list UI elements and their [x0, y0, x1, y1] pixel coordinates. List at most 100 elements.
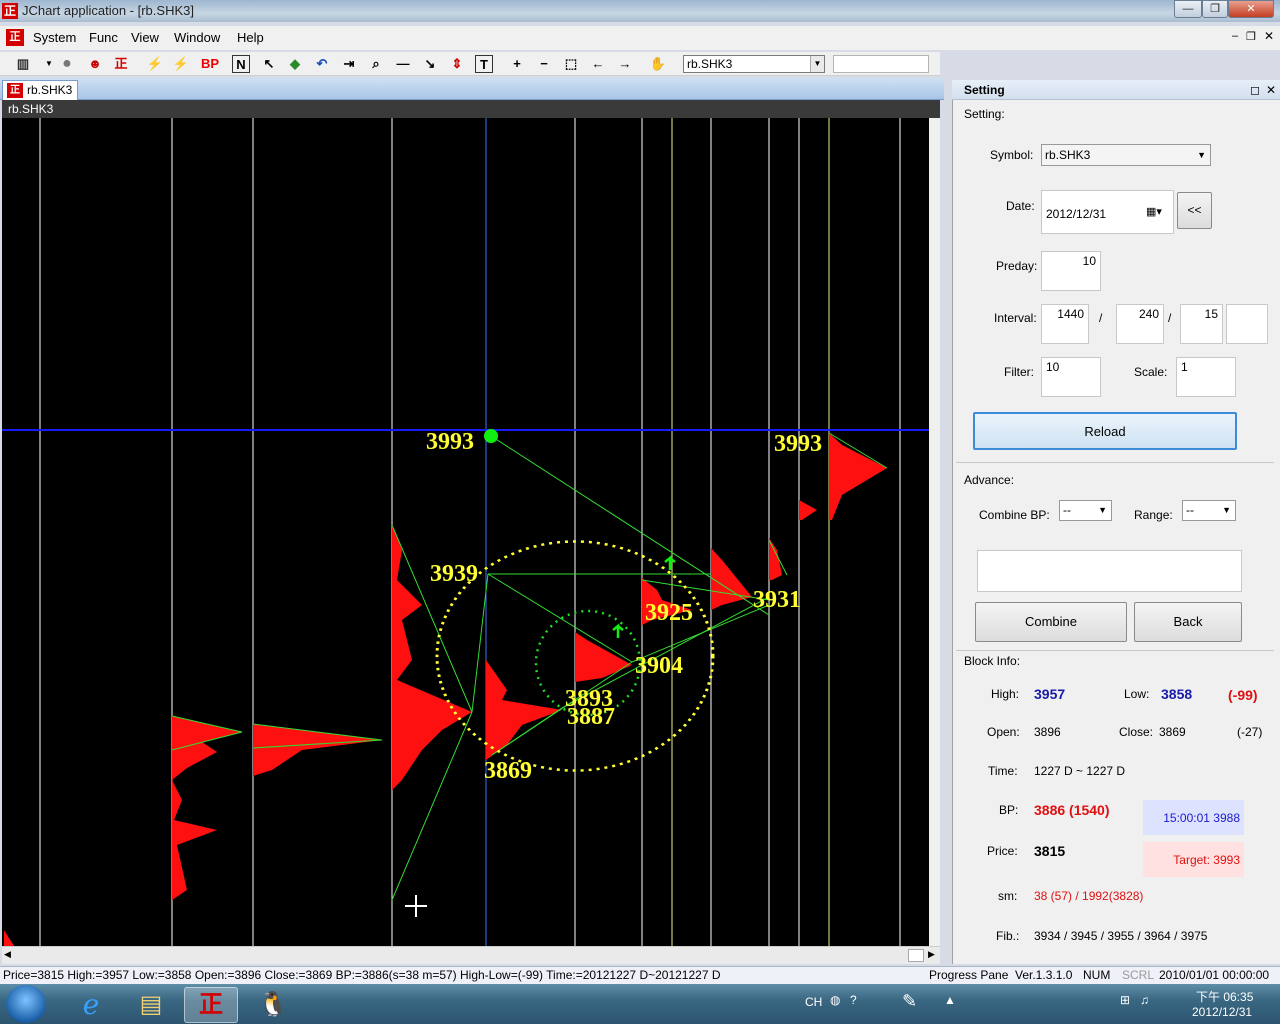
panel-close-icon[interactable]: ✕ — [1266, 80, 1276, 100]
symbol-combo-value: rb.SHK3 — [1045, 148, 1091, 162]
bp-icon[interactable]: BP — [198, 55, 222, 73]
hline-icon[interactable]: — — [394, 55, 412, 73]
dropdown-arrow-icon[interactable]: ▼ — [40, 55, 58, 73]
bar-chart-icon[interactable]: ▥ — [14, 55, 32, 73]
network-icon[interactable]: ⊞ — [1120, 993, 1130, 1007]
undo-icon[interactable]: ↶ — [313, 55, 331, 73]
scroll-thumb[interactable] — [908, 949, 924, 962]
scroll-left-icon[interactable]: ← — [589, 55, 607, 73]
calendar-icon[interactable]: ▦▾ — [1146, 205, 1162, 218]
sm-value: 38 (57) / 1992(3828) — [1034, 889, 1144, 903]
pointer-icon[interactable]: ↖ — [260, 55, 278, 73]
app-logo-icon: 正 — [2, 3, 18, 19]
status-scrl: SCRL — [1122, 968, 1155, 982]
chart-label: 3993 — [426, 429, 474, 455]
back-button[interactable]: Back — [1134, 602, 1242, 642]
combine-textbox[interactable] — [977, 550, 1242, 592]
chart-canvas[interactable]: 3993 3993 3939 3925 3931 3904 3893 3887 … — [2, 100, 940, 946]
time-value: 1227 D ~ 1227 D — [1034, 764, 1126, 778]
zoom-in-icon[interactable]: + — [508, 55, 526, 73]
white-gridlines — [39, 100, 901, 946]
ime-icon[interactable]: ◍ — [830, 993, 840, 1007]
panel-restore-icon[interactable]: ◻ — [1250, 80, 1260, 100]
target-box: Target: 3993 — [1143, 842, 1244, 877]
status-info: Price=3815 High:=3957 Low:=3858 Open:=38… — [3, 968, 721, 982]
minimize-button[interactable]: — — [1174, 0, 1202, 18]
symbol-select[interactable]: rb.SHK3 ▼ — [683, 55, 825, 73]
profile-7 — [711, 548, 752, 610]
open-label: Open: — [987, 725, 1020, 739]
lightning-yellow-icon[interactable]: ⚡ — [146, 55, 164, 73]
open-value: 3896 — [1034, 725, 1061, 739]
volume-icon[interactable]: ♫ — [1140, 993, 1149, 1007]
menu-system[interactable]: System — [33, 30, 76, 45]
pen-icon[interactable]: ✎ — [902, 991, 917, 1012]
drive-icon[interactable]: ▲ — [944, 993, 956, 1007]
date-label: Date: — [1006, 199, 1035, 213]
ie-icon[interactable]: ℯ — [64, 987, 118, 1023]
mdi-restore-icon[interactable]: ❐ — [1246, 30, 1256, 43]
profile-9 — [799, 500, 817, 520]
date-back-button[interactable]: << — [1177, 192, 1212, 229]
chart-svg: 3993 3993 3939 3925 3931 3904 3893 3887 … — [2, 100, 940, 946]
logo-icon[interactable]: 正 — [112, 55, 130, 73]
chart-header: rb.SHK3 — [2, 100, 940, 118]
crosshair-cursor-icon — [405, 895, 427, 917]
symbol-label: Symbol: — [990, 148, 1034, 162]
date-picker[interactable]: 2012/12/31 ▦▾ — [1041, 190, 1174, 234]
menu-help[interactable]: Help — [237, 30, 264, 45]
tab-rb-shk3[interactable]: 正 rb.SHK3 — [2, 80, 78, 100]
combine-bp-select[interactable]: -- ▼ — [1059, 500, 1112, 521]
scroll-left-arrow-icon[interactable]: ◀ — [4, 949, 11, 960]
jchart-task-icon[interactable]: 正 — [184, 987, 238, 1023]
qq-icon[interactable]: 🐧 — [246, 987, 300, 1023]
mdi-minimize-icon[interactable]: – — [1232, 30, 1238, 42]
menu-window[interactable]: Window — [174, 30, 220, 45]
search-icon[interactable]: ⌕ — [367, 55, 385, 73]
chart-vertical-scrollbar[interactable] — [929, 118, 940, 946]
n-icon[interactable]: N — [232, 55, 250, 73]
line — [487, 573, 633, 663]
scale-input[interactable]: 1 — [1176, 357, 1236, 397]
preday-input[interactable]: 10 — [1041, 251, 1101, 291]
text-icon[interactable]: T — [475, 55, 493, 73]
close-button[interactable]: ✕ — [1228, 0, 1274, 18]
symbol-select-value: rb.SHK3 — [687, 57, 733, 71]
status-bar: Price=3815 High:=3957 Low:=3858 Open:=38… — [0, 966, 1280, 984]
next-icon[interactable]: ⇥ — [340, 55, 358, 73]
trendline-icon[interactable]: ↘ — [421, 55, 439, 73]
interval-input-1[interactable]: 1440 — [1041, 304, 1089, 344]
toolbar-input[interactable] — [833, 55, 929, 73]
updown-icon[interactable]: ⇕ — [448, 55, 466, 73]
chart-horizontal-scrollbar[interactable]: ◀ ▶ — [2, 946, 940, 964]
hand-icon[interactable]: ✋ — [649, 55, 667, 73]
chevron-down-icon[interactable]: ▼ — [810, 56, 824, 72]
scroll-right-icon[interactable]: → — [616, 55, 634, 73]
status-pane: Progress Pane — [929, 968, 1009, 982]
lightning-red-icon[interactable]: ⚡ — [172, 55, 190, 73]
explorer-folder-icon[interactable]: ▤ — [124, 987, 178, 1023]
select-rect-icon[interactable]: ⬚ — [562, 55, 580, 73]
help-icon[interactable]: ? — [850, 993, 857, 1007]
menu-func[interactable]: Func — [89, 30, 118, 45]
start-button[interactable] — [6, 985, 46, 1023]
lang-indicator[interactable]: CH — [805, 995, 822, 1009]
interval-input-3[interactable]: 15 — [1180, 304, 1223, 344]
record-icon[interactable]: ● — [58, 55, 76, 73]
interval-input-4[interactable] — [1226, 304, 1268, 344]
zoom-out-icon[interactable]: − — [535, 55, 553, 73]
up-arrow-icon — [612, 623, 624, 638]
filter-input[interactable]: 10 — [1041, 357, 1101, 397]
scroll-right-arrow-icon[interactable]: ▶ — [928, 949, 935, 960]
cube-icon[interactable]: ◆ — [286, 55, 304, 73]
maximize-button[interactable]: ❐ — [1202, 0, 1228, 18]
face-icon[interactable]: ☻ — [86, 55, 104, 73]
combine-bp-value: -- — [1063, 503, 1071, 517]
mdi-close-icon[interactable]: ✕ — [1264, 29, 1274, 43]
menu-view[interactable]: View — [131, 30, 159, 45]
reload-button[interactable]: Reload — [973, 412, 1237, 450]
symbol-combo[interactable]: rb.SHK3 ▼ — [1041, 144, 1211, 166]
combine-button[interactable]: Combine — [975, 602, 1127, 642]
range-select[interactable]: -- ▼ — [1182, 500, 1236, 521]
interval-input-2[interactable]: 240 — [1116, 304, 1164, 344]
